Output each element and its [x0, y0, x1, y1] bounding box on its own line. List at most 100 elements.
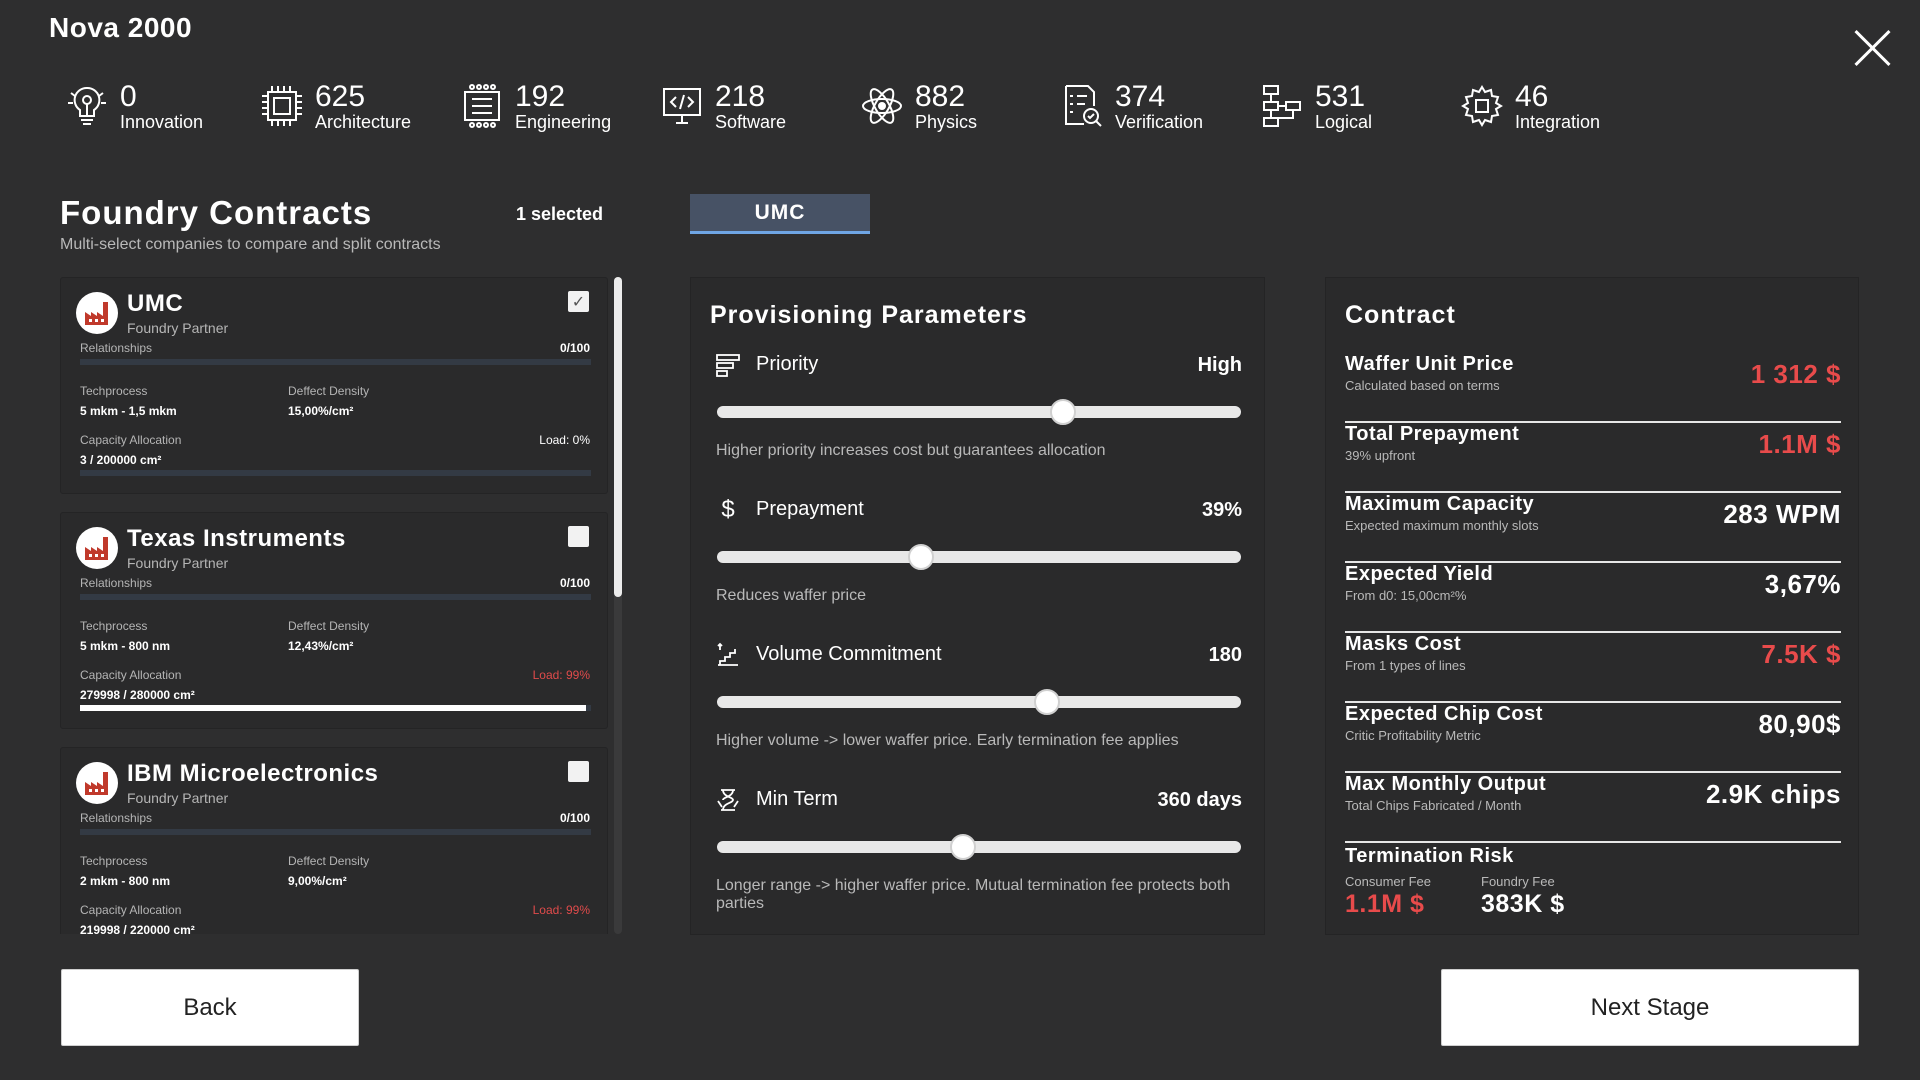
- stat-label: Verification: [1115, 111, 1204, 132]
- dollar-icon: $: [721, 496, 735, 523]
- relationships-bar: [80, 594, 591, 600]
- company-select-checkbox[interactable]: [568, 526, 589, 547]
- atom-icon: [859, 82, 905, 130]
- contract-row-value: 1.1M $: [1758, 429, 1841, 459]
- min-term-slider-thumb[interactable]: [950, 834, 977, 860]
- monitor-code-icon: [659, 82, 705, 130]
- stat-label: Innovation: [120, 111, 204, 132]
- relationships-bar: [80, 359, 591, 365]
- stat-logical: 531 Logical: [1259, 78, 1372, 134]
- techprocess-label: Techprocess: [80, 619, 148, 633]
- contract-row-total-prepayment: Total Prepayment 39% upfront 1.1M $: [1345, 423, 1841, 493]
- provisioning-title: Provisioning Parameters: [710, 301, 1028, 329]
- defect-density-label: Deffect Density: [288, 854, 370, 868]
- company-name: UMC: [127, 290, 184, 317]
- priority-value: High: [1197, 354, 1242, 376]
- volume-commitment-description: Higher volume -> lower waffer price. Ear…: [716, 732, 1179, 749]
- load-value: Load: 99%: [532, 668, 590, 682]
- back-button[interactable]: Back: [61, 969, 359, 1046]
- prepayment-slider[interactable]: [717, 544, 1241, 570]
- company-role: Foundry Partner: [127, 555, 229, 571]
- relationships-label: Relationships: [80, 341, 153, 355]
- contract-row-label: Maximum Capacity: [1345, 493, 1535, 515]
- provisioning-panel: Provisioning Parameters Priority High Hi…: [690, 277, 1265, 935]
- stat-engineering: 192 Engineering: [459, 78, 611, 134]
- volume-commitment-label: Volume Commitment: [756, 643, 942, 665]
- company-name: Texas Instruments: [127, 525, 346, 552]
- company-select-checkbox[interactable]: ✓: [568, 291, 589, 312]
- resource-stats-bar: 0 Innovation 625 Architecture 192 Engineeri…: [64, 78, 1624, 134]
- prepayment-label: Prepayment: [756, 498, 864, 520]
- capacity-value: 3 / 200000 cm²: [80, 453, 162, 467]
- flowchart-icon: [1259, 82, 1305, 130]
- factory-icon: [76, 762, 118, 804]
- company-select-checkbox[interactable]: [568, 761, 589, 782]
- next-stage-button[interactable]: Next Stage: [1441, 969, 1859, 1046]
- stat-physics: 882 Physics: [859, 78, 977, 134]
- volume-commitment-value: 180: [1208, 644, 1242, 666]
- min-term-description: Longer range -> higher waffer price. Mut…: [716, 877, 1231, 913]
- relationships-value: 0/100: [559, 576, 590, 590]
- capacity-bar-fill: [80, 705, 586, 711]
- priority-bars-icon: [715, 352, 741, 378]
- company-name: IBM Microelectronics: [127, 760, 379, 787]
- stat-value: 192: [515, 79, 566, 113]
- company-card-ibm-microelectronics[interactable]: IBM Microelectronics Foundry Partner Rel…: [60, 747, 608, 934]
- foundry-contracts-subtitle: Multi-select companies to compare and sp…: [60, 236, 441, 253]
- consumer-fee-label: Consumer Fee: [1345, 874, 1431, 889]
- techprocess-value: 5 mkm - 1,5 mkm: [80, 404, 177, 418]
- gear-chip-icon: [1459, 82, 1505, 130]
- contract-row-value: 3,67%: [1764, 569, 1841, 599]
- contract-panel: Contract Waffer Unit Price Calculated ba…: [1325, 277, 1859, 935]
- factory-icon: [76, 292, 118, 334]
- load-value: Load: 0%: [539, 433, 590, 447]
- stat-value: 46: [1515, 79, 1549, 113]
- company-card-umc[interactable]: UMC Foundry Partner ✓ Relationships 0/10…: [60, 277, 608, 494]
- stat-label: Logical: [1315, 111, 1373, 132]
- contract-row-sub: From 1 types of lines: [1345, 658, 1466, 673]
- stat-label: Integration: [1515, 111, 1601, 132]
- app-title: Nova 2000: [49, 12, 193, 43]
- contract-title: Contract: [1345, 301, 1456, 329]
- stat-value: 374: [1115, 79, 1166, 113]
- volume-commitment-slider-thumb[interactable]: [1034, 689, 1061, 715]
- volume-commitment-slider[interactable]: [717, 689, 1241, 715]
- selected-count: 1 selected: [516, 204, 604, 224]
- min-term-slider[interactable]: [717, 834, 1241, 860]
- contract-row-waffer-unit-price: Waffer Unit Price Calculated based on te…: [1345, 353, 1841, 423]
- company-list-scrollbar-thumb[interactable]: [614, 277, 622, 597]
- priority-slider[interactable]: [717, 399, 1241, 425]
- close-button[interactable]: [1852, 28, 1892, 68]
- priority-slider-thumb[interactable]: [1049, 399, 1076, 425]
- prepayment-slider-thumb[interactable]: [908, 544, 935, 570]
- relationships-label: Relationships: [80, 811, 153, 825]
- stat-label: Engineering: [515, 111, 612, 132]
- hourglass-icon: [715, 787, 741, 813]
- company-card-texas-instruments[interactable]: Texas Instruments Foundry Partner Relati…: [60, 512, 608, 729]
- tab-umc[interactable]: UMC: [690, 194, 870, 234]
- stairs-icon: [715, 642, 741, 668]
- defect-density-value: 12,43%/cm²: [288, 639, 354, 653]
- contract-row-label: Total Prepayment: [1345, 423, 1520, 445]
- defect-density-label: Deffect Density: [288, 384, 370, 398]
- contract-row-expected-yield: Expected Yield From d0: 15,00cm²% 3,67%: [1345, 563, 1841, 633]
- capacity-value: 279998 / 280000 cm²: [80, 688, 195, 702]
- defect-density-value: 9,00%/cm²: [288, 874, 347, 888]
- consumer-fee-value: 1.1M $: [1345, 890, 1425, 918]
- contract-row-value: 7.5K $: [1761, 639, 1841, 669]
- company-list[interactable]: UMC Foundry Partner ✓ Relationships 0/10…: [60, 277, 610, 934]
- techprocess-value: 2 mkm - 800 nm: [80, 874, 171, 888]
- defect-density-value: 15,00%/cm²: [288, 404, 354, 418]
- termination-risk-label: Termination Risk: [1345, 845, 1514, 867]
- contract-row-value: 1 312 $: [1750, 359, 1841, 389]
- relationships-bar: [80, 829, 591, 835]
- relationships-value: 0/100: [559, 811, 590, 825]
- contract-row-value: 283 WPM: [1723, 499, 1841, 529]
- stat-value: 625: [315, 79, 366, 113]
- relationships-label: Relationships: [80, 576, 153, 590]
- stat-value: 882: [915, 79, 966, 113]
- capacity-bar: [80, 705, 591, 711]
- stat-value: 531: [1315, 79, 1366, 113]
- contract-row-sub: From d0: 15,00cm²%: [1345, 588, 1467, 603]
- circuit-board-icon: [459, 82, 505, 130]
